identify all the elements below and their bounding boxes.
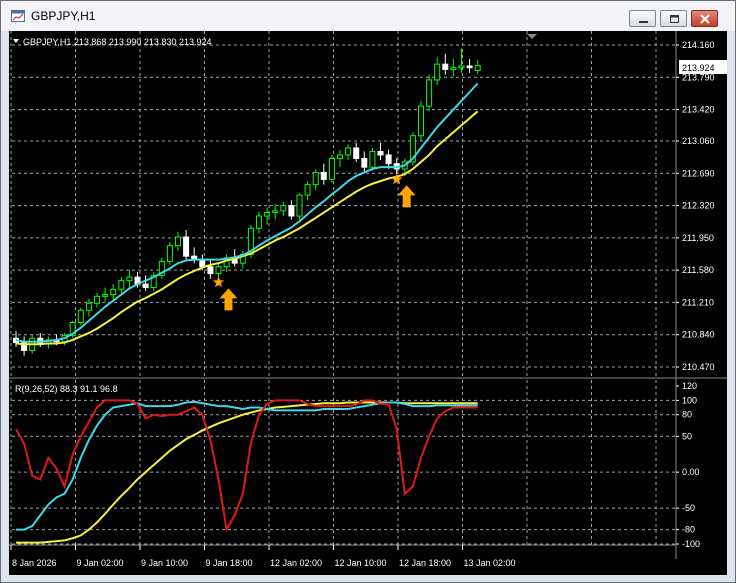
terminal-window: GBPJPY,H1 214.160 213.790 213.420 213.060 21…	[0, 0, 736, 583]
bear-candle	[353, 147, 360, 159]
oscillator-tick-label: 80	[682, 410, 692, 420]
ma-slow-line	[15, 110, 479, 346]
oscillator-tick-label: 50	[682, 431, 692, 441]
time-tick-label: 12 Jan 18:00	[399, 558, 451, 568]
bull-candle	[296, 194, 303, 217]
chart-shift-icon[interactable]	[527, 34, 537, 39]
bear-candle	[442, 63, 449, 70]
current-price-label: 213.924	[682, 63, 715, 73]
bull-candle	[264, 212, 271, 217]
time-axis: 8 Jan 2026 9 Jan 02:00 9 Jan 10:00 9 Jan 18…	[10, 545, 516, 568]
bull-candle	[118, 280, 125, 290]
time-tick-label: 9 Jan 02:00	[77, 558, 124, 568]
bear-candle	[183, 236, 190, 257]
bull-candle	[426, 79, 433, 107]
oscillator-tick-label: 100	[682, 395, 697, 405]
close-button[interactable]	[691, 10, 718, 27]
minimize-button[interactable]	[629, 10, 656, 27]
time-tick-label: 9 Jan 10:00	[141, 558, 188, 568]
price-tick-label: 210.470	[682, 362, 715, 372]
time-tick-label: 8 Jan 2026	[12, 558, 57, 568]
bear-candle	[466, 65, 473, 69]
ma-fast-line	[15, 82, 479, 343]
bull-candle	[337, 154, 343, 159]
buy-arrow-icon	[397, 185, 416, 208]
bear-candle	[199, 259, 206, 268]
bull-candle	[328, 157, 335, 180]
price-tick-label: 210.840	[682, 330, 715, 340]
bull-candle	[474, 65, 481, 71]
price-tick-label: 211.580	[682, 265, 714, 275]
price-header: GBPJPY,H1 213.868 213.990 213.830 213.92…	[23, 37, 212, 47]
oscillator-tick-label: -50	[682, 503, 695, 513]
bull-candle	[94, 295, 100, 304]
oscillator-tick-label: -80	[682, 525, 695, 535]
bear-candle	[320, 171, 327, 180]
price-axis: 214.160213.790213.420213.060212.690212.3…	[676, 40, 715, 372]
bear-candle	[288, 205, 295, 217]
bull-candle	[312, 171, 319, 186]
oscillator-tick-label: -100	[682, 539, 700, 549]
time-tick-label: 9 Jan 18:00	[206, 558, 253, 568]
time-tick-label: 12 Jan 10:00	[335, 558, 387, 568]
price-tick-label: 212.320	[682, 201, 715, 211]
price-chart[interactable]: 214.160213.790213.420213.060212.690212.3…	[9, 31, 727, 575]
bull-candle	[458, 65, 465, 69]
bull-candle	[272, 210, 279, 214]
signal-star-icon	[212, 276, 225, 288]
bull-candle	[450, 67, 457, 70]
bull-candle	[369, 150, 376, 168]
oscillator-red-line	[15, 399, 478, 533]
bull-candle	[166, 245, 173, 262]
bull-candle	[110, 288, 117, 296]
oscillator-axis: 120 100 80 50 0.00 -50 -80 -100	[676, 381, 700, 549]
window-title: GBPJPY,H1	[31, 9, 96, 23]
price-tick-label: 213.060	[682, 136, 715, 146]
bear-candle	[207, 266, 214, 275]
bull-candle	[418, 105, 424, 137]
oscillator-tick-label: 0.00	[682, 467, 700, 477]
dropdown-triangle-icon[interactable]	[13, 39, 19, 43]
oscillator-lines	[15, 399, 478, 544]
bull-candle	[215, 266, 222, 275]
buy-arrow-icon	[219, 288, 238, 311]
bull-candle	[126, 276, 133, 282]
bear-candle	[385, 154, 392, 165]
bull-candle	[102, 294, 109, 297]
oscillator-header: R(9,26,52) 88.3 91.1 96.8	[15, 384, 118, 394]
signal-markers	[212, 173, 416, 311]
bull-candle	[304, 184, 311, 196]
price-tick-label: 211.210	[682, 297, 714, 307]
price-tick-label: 213.420	[682, 105, 715, 115]
time-tick-label: 12 Jan 02:00	[270, 558, 322, 568]
bull-candle	[85, 302, 92, 311]
chart-window-icon	[11, 10, 25, 22]
time-tick-label: 13 Jan 02:00	[464, 558, 516, 568]
close-icon	[700, 14, 710, 24]
maximize-button[interactable]	[660, 10, 687, 27]
bear-candle	[361, 157, 368, 168]
bull-candle	[256, 215, 262, 229]
maximize-icon	[670, 15, 679, 23]
bull-candle	[280, 205, 287, 212]
bear-candle	[142, 283, 149, 289]
price-tick-label: 211.950	[682, 233, 714, 243]
title-bar[interactable]: GBPJPY,H1	[1, 1, 735, 31]
bull-candle	[77, 309, 84, 323]
bull-candle	[175, 236, 181, 247]
price-tick-label: 212.690	[682, 168, 715, 178]
price-tick-label: 214.160	[682, 40, 715, 50]
bull-candle	[434, 63, 441, 81]
bear-candle	[377, 150, 384, 156]
chart-area[interactable]: 214.160 213.790 213.420 213.060 212.690 212.3…	[9, 31, 727, 575]
oscillator-grid	[9, 380, 676, 546]
bull-candle	[345, 147, 352, 156]
moving-averages	[15, 82, 479, 346]
minimize-icon	[639, 21, 648, 23]
oscillator-tick-label: 120	[682, 381, 697, 391]
